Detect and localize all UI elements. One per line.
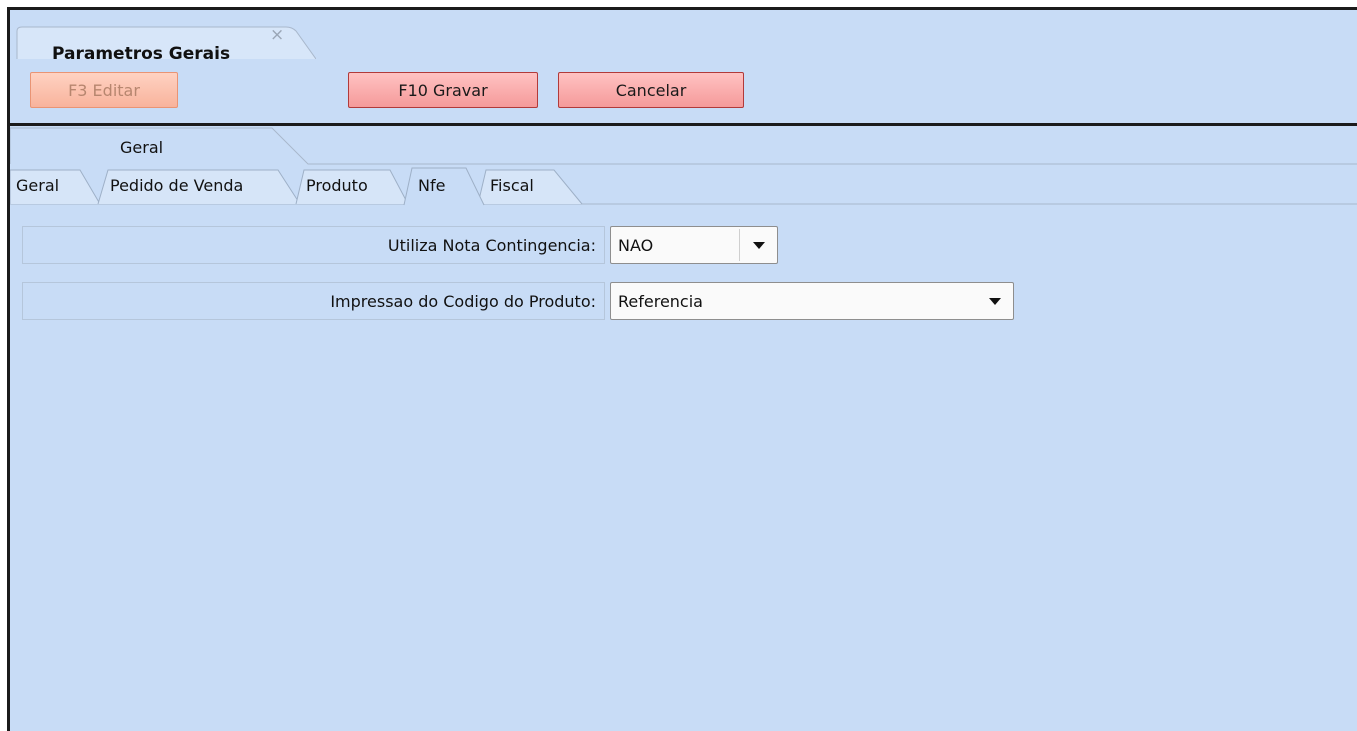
field-row-nota-contingencia: Utiliza Nota Contingencia:	[22, 226, 605, 264]
impressao-codigo-select[interactable]: Referencia	[610, 282, 1014, 320]
nota-contingencia-select[interactable]: NAO	[610, 226, 778, 264]
nota-contingencia-value: NAO	[618, 236, 654, 255]
field-row-impressao-codigo: Impressao do Codigo do Produto:	[22, 282, 605, 320]
group-title: Geral	[120, 138, 164, 157]
impressao-codigo-label: Impressao do Codigo do Produto:	[330, 292, 596, 311]
tab-produto[interactable]: Produto	[306, 176, 368, 195]
main-panel	[7, 7, 1357, 731]
chevron-down-icon[interactable]	[989, 298, 1001, 305]
tab-title: Parametros Gerais	[52, 44, 231, 64]
tab-fiscal[interactable]: Fiscal	[490, 176, 534, 195]
cancel-button[interactable]: Cancelar	[558, 72, 744, 108]
save-button[interactable]: F10 Gravar	[348, 72, 538, 108]
impressao-codigo-value: Referencia	[618, 292, 703, 311]
group-tab-shape	[10, 127, 1357, 165]
tab-pedido-de-venda[interactable]: Pedido de Venda	[110, 176, 243, 195]
window-frame: Parametros Gerais × F3 Editar F10 Gravar…	[0, 0, 1357, 731]
edit-button[interactable]: F3 Editar	[30, 72, 178, 108]
close-icon[interactable]: ×	[270, 25, 284, 45]
combo-divider	[739, 229, 740, 261]
tab-geral[interactable]: Geral	[16, 176, 59, 195]
chevron-down-icon[interactable]	[753, 242, 765, 249]
nota-contingencia-label: Utiliza Nota Contingencia:	[387, 236, 596, 255]
tab-nfe[interactable]: Nfe	[418, 176, 445, 195]
